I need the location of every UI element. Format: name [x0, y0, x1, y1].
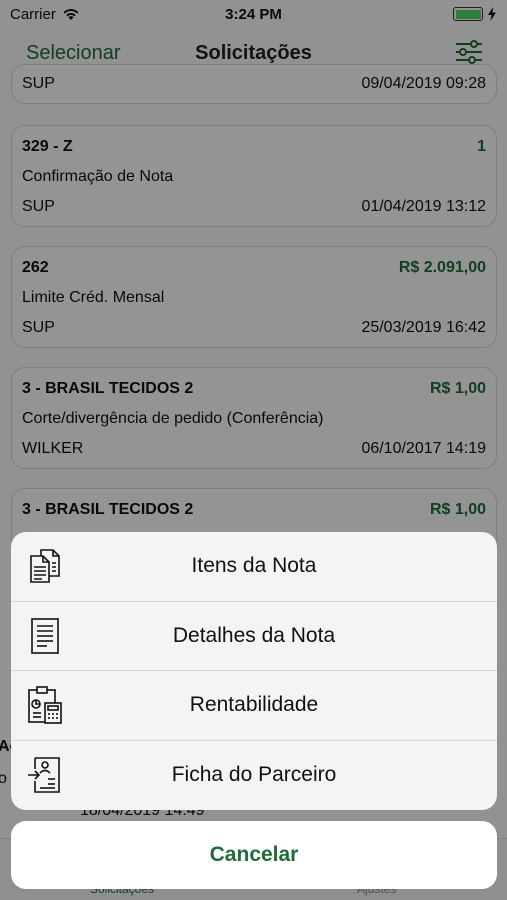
- partner-card-icon: [28, 757, 60, 794]
- document-lines-icon: [31, 617, 59, 654]
- calculator-clipboard-icon: [28, 686, 62, 725]
- action-detalhes-da-nota[interactable]: Detalhes da Nota: [11, 602, 497, 671]
- action-label: Detalhes da Nota: [172, 623, 336, 647]
- documents-copy-icon: [30, 549, 60, 584]
- cancel-button[interactable]: Cancelar: [11, 821, 497, 889]
- action-rentabilidade[interactable]: Rentabilidade: [11, 671, 497, 741]
- action-ficha-do-parceiro[interactable]: Ficha do Parceiro: [11, 741, 497, 811]
- action-itens-da-nota[interactable]: Itens da Nota: [11, 532, 497, 602]
- action-label: Ficha do Parceiro: [171, 763, 337, 787]
- action-label: Rentabilidade: [189, 693, 319, 717]
- action-label: Itens da Nota: [191, 554, 317, 578]
- action-sheet: Itens da Nota Detalhes da Nota Rentabili…: [11, 532, 497, 810]
